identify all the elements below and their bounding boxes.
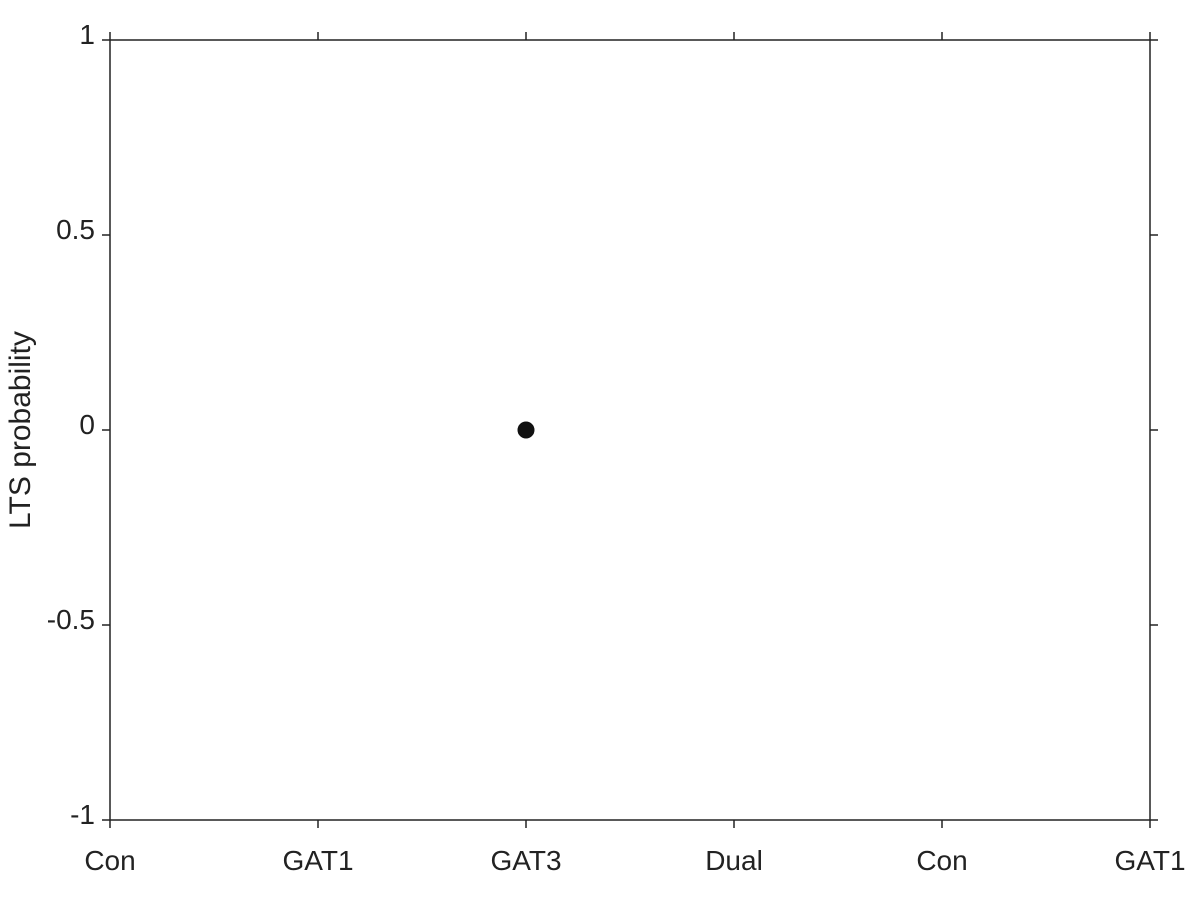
- x-label-con2: Con: [916, 845, 967, 876]
- x-label-con1: Con: [84, 845, 135, 876]
- plot-background: [110, 40, 1150, 820]
- x-label-gat3: GAT3: [490, 845, 561, 876]
- y-label-neg1: -1: [70, 799, 95, 830]
- y-axis-label: LTS probability: [4, 331, 37, 529]
- y-label-0: 0: [79, 409, 95, 440]
- y-label-neg0.5: -0.5: [47, 604, 95, 635]
- x-label-gat1: GAT1: [282, 845, 353, 876]
- data-point: [518, 422, 534, 438]
- x-label-gat1-2: GAT1: [1114, 845, 1185, 876]
- x-label-dual: Dual: [705, 845, 763, 876]
- y-label-0.5: 0.5: [56, 214, 95, 245]
- y-label-1: 1: [79, 19, 95, 50]
- chart-container: 1 0.5 0 -0.5 -1 LTS probability Con GAT1…: [0, 0, 1200, 900]
- chart-svg: 1 0.5 0 -0.5 -1 LTS probability Con GAT1…: [0, 0, 1200, 900]
